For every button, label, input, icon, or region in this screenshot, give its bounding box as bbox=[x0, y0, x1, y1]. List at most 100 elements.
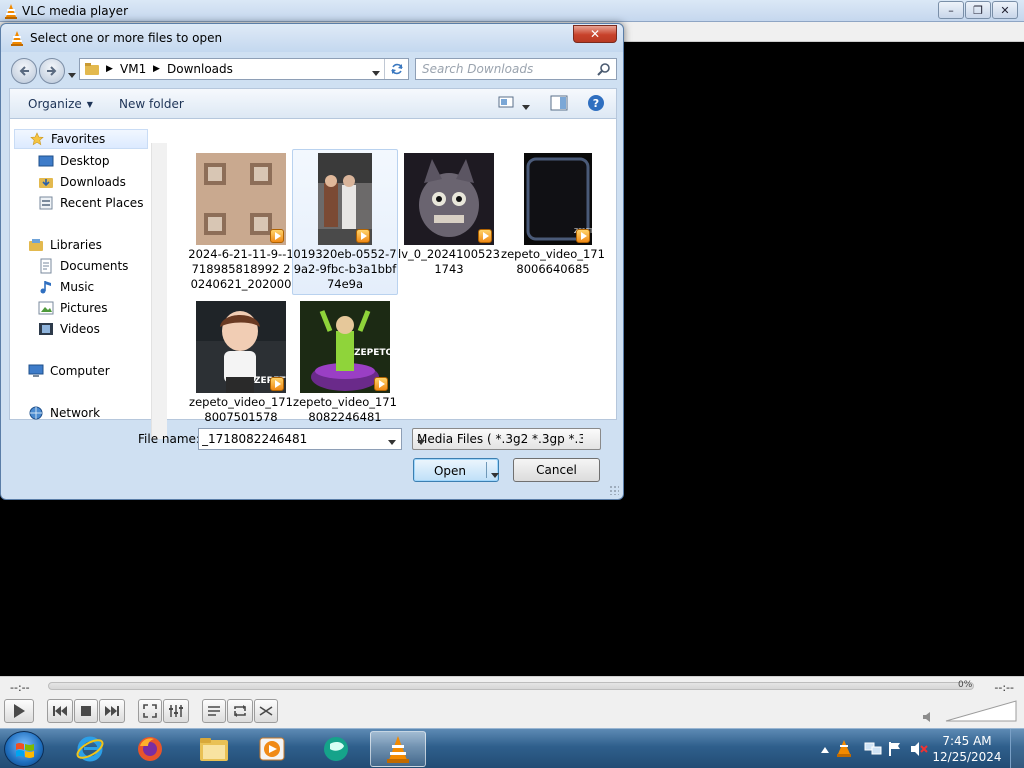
nav-favorites[interactable]: Favorites bbox=[14, 129, 148, 149]
network-icon[interactable] bbox=[864, 741, 882, 760]
nav-recent-places-label: Recent Places bbox=[60, 196, 144, 210]
file-type-dropdown[interactable] bbox=[417, 435, 583, 449]
search-input[interactable] bbox=[422, 61, 592, 77]
documents-icon bbox=[38, 258, 54, 274]
help-button[interactable]: ? bbox=[587, 94, 605, 115]
file-name: zepeto_video_1718006640685 bbox=[501, 247, 605, 276]
open-options-dropdown[interactable] bbox=[491, 468, 499, 482]
previous-button[interactable] bbox=[47, 699, 73, 723]
taskbar-internet-explorer[interactable] bbox=[62, 731, 118, 767]
play-button[interactable] bbox=[4, 699, 34, 723]
start-button[interactable] bbox=[4, 731, 44, 767]
breadcrumb-separator-icon: ▶ bbox=[153, 64, 160, 74]
close-icon: ✕ bbox=[589, 27, 601, 41]
file-name-dropdown[interactable] bbox=[388, 435, 396, 449]
loop-icon bbox=[234, 705, 246, 717]
media-player-icon bbox=[259, 737, 285, 761]
taskbar-firefox[interactable] bbox=[122, 731, 178, 767]
fullscreen-button[interactable] bbox=[138, 699, 162, 723]
nav-computer[interactable]: Computer bbox=[28, 361, 110, 381]
chevron-down-icon bbox=[68, 73, 76, 78]
show-hidden-icons-icon[interactable] bbox=[820, 743, 830, 757]
address-dropdown[interactable] bbox=[372, 66, 380, 80]
speaker-icon[interactable] bbox=[922, 711, 934, 726]
taskbar-file-explorer[interactable] bbox=[186, 731, 242, 767]
nav-downloads[interactable]: Downloads bbox=[38, 172, 126, 192]
chevron-down-icon bbox=[372, 71, 380, 76]
computer-icon bbox=[28, 363, 44, 379]
dialog-close-button[interactable]: ✕ bbox=[573, 25, 617, 43]
next-button[interactable] bbox=[99, 699, 125, 723]
breadcrumb-vm1[interactable]: VM1 bbox=[120, 62, 146, 76]
time-elapsed: --:-- bbox=[10, 681, 30, 694]
search-icon[interactable] bbox=[597, 62, 611, 79]
video-thumbnail bbox=[404, 153, 494, 245]
refresh-button[interactable] bbox=[384, 59, 408, 79]
taskbar-vlc[interactable] bbox=[370, 731, 426, 767]
nav-music[interactable]: Music bbox=[38, 277, 94, 297]
resize-grip[interactable] bbox=[609, 485, 619, 495]
star-icon bbox=[29, 131, 45, 147]
nav-network[interactable]: Network bbox=[28, 403, 100, 423]
search-box[interactable] bbox=[415, 58, 617, 80]
seek-bar[interactable] bbox=[48, 682, 974, 690]
back-button[interactable] bbox=[11, 58, 37, 84]
clock-date: 12/25/2024 bbox=[932, 750, 1002, 764]
nav-documents[interactable]: Documents bbox=[38, 256, 128, 276]
navigation-pane-scrollbar[interactable] bbox=[151, 143, 167, 439]
restore-button[interactable]: ❐ bbox=[965, 1, 991, 19]
breadcrumb-downloads[interactable]: Downloads bbox=[167, 62, 233, 76]
next-icon bbox=[105, 706, 119, 716]
playlist-button[interactable] bbox=[202, 699, 226, 723]
taskbar-clock[interactable]: 7:45 AM 12/25/2024 bbox=[932, 733, 1002, 765]
nav-recent-places[interactable]: Recent Places bbox=[38, 193, 143, 213]
change-view-button[interactable] bbox=[498, 95, 514, 112]
preview-pane-button[interactable] bbox=[550, 95, 568, 114]
video-badge-icon bbox=[270, 229, 284, 243]
forward-button[interactable] bbox=[39, 58, 65, 84]
video-badge-icon bbox=[576, 229, 590, 243]
nav-pictures[interactable]: Pictures bbox=[38, 298, 108, 318]
new-folder-button[interactable]: New folder bbox=[119, 97, 184, 111]
organize-button[interactable]: Organize ▼ bbox=[28, 97, 93, 111]
nav-libraries-label: Libraries bbox=[50, 238, 102, 252]
chevron-down-icon bbox=[522, 105, 530, 110]
chat-bubble-icon bbox=[324, 737, 348, 761]
show-desktop-button[interactable] bbox=[1010, 729, 1024, 768]
close-window-button[interactable]: ✕ bbox=[992, 1, 1018, 19]
refresh-icon bbox=[390, 63, 403, 75]
vlc-cone-icon bbox=[387, 736, 409, 763]
nav-desktop-label: Desktop bbox=[60, 154, 110, 168]
minimize-button[interactable]: – bbox=[938, 1, 964, 19]
video-badge-icon bbox=[478, 229, 492, 243]
loop-button[interactable] bbox=[227, 699, 253, 723]
nav-desktop[interactable]: Desktop bbox=[38, 151, 110, 171]
view-options-dropdown[interactable] bbox=[522, 100, 530, 114]
dialog-title: Select one or more files to open bbox=[30, 31, 223, 45]
file-name-input[interactable] bbox=[202, 431, 382, 447]
film-strip-icon bbox=[38, 321, 54, 337]
address-bar[interactable]: ▶ VM1 ▶ Downloads bbox=[79, 58, 409, 80]
file-name-combobox[interactable] bbox=[198, 428, 402, 450]
nav-libraries[interactable]: Libraries bbox=[28, 235, 102, 255]
action-center-flag-icon[interactable] bbox=[888, 741, 902, 760]
nav-videos[interactable]: Videos bbox=[38, 319, 100, 339]
cancel-button[interactable]: Cancel bbox=[513, 458, 600, 482]
taskbar: 7:45 AM 12/25/2024 bbox=[0, 728, 1024, 768]
taskbar-chat-app[interactable] bbox=[308, 731, 364, 767]
taskbar-media-player[interactable] bbox=[244, 731, 300, 767]
extended-settings-button[interactable] bbox=[163, 699, 189, 723]
shuffle-button[interactable] bbox=[254, 699, 278, 723]
chevron-down-icon bbox=[491, 473, 499, 478]
open-button-label: Open bbox=[433, 464, 467, 478]
stop-button[interactable] bbox=[74, 699, 98, 723]
open-button[interactable]: Open bbox=[413, 458, 499, 482]
file-type-filter[interactable]: Media Files ( *.3g2 *.3gp *.3gp2 bbox=[412, 428, 601, 450]
recent-locations-dropdown[interactable] bbox=[68, 68, 76, 82]
pictures-icon bbox=[38, 300, 54, 316]
video-badge-icon bbox=[270, 377, 284, 391]
volume-slider[interactable] bbox=[944, 699, 1018, 723]
vlc-tray-icon[interactable] bbox=[836, 739, 852, 760]
speaker-muted-icon[interactable] bbox=[910, 741, 928, 760]
windows-flag-icon bbox=[16, 743, 34, 758]
